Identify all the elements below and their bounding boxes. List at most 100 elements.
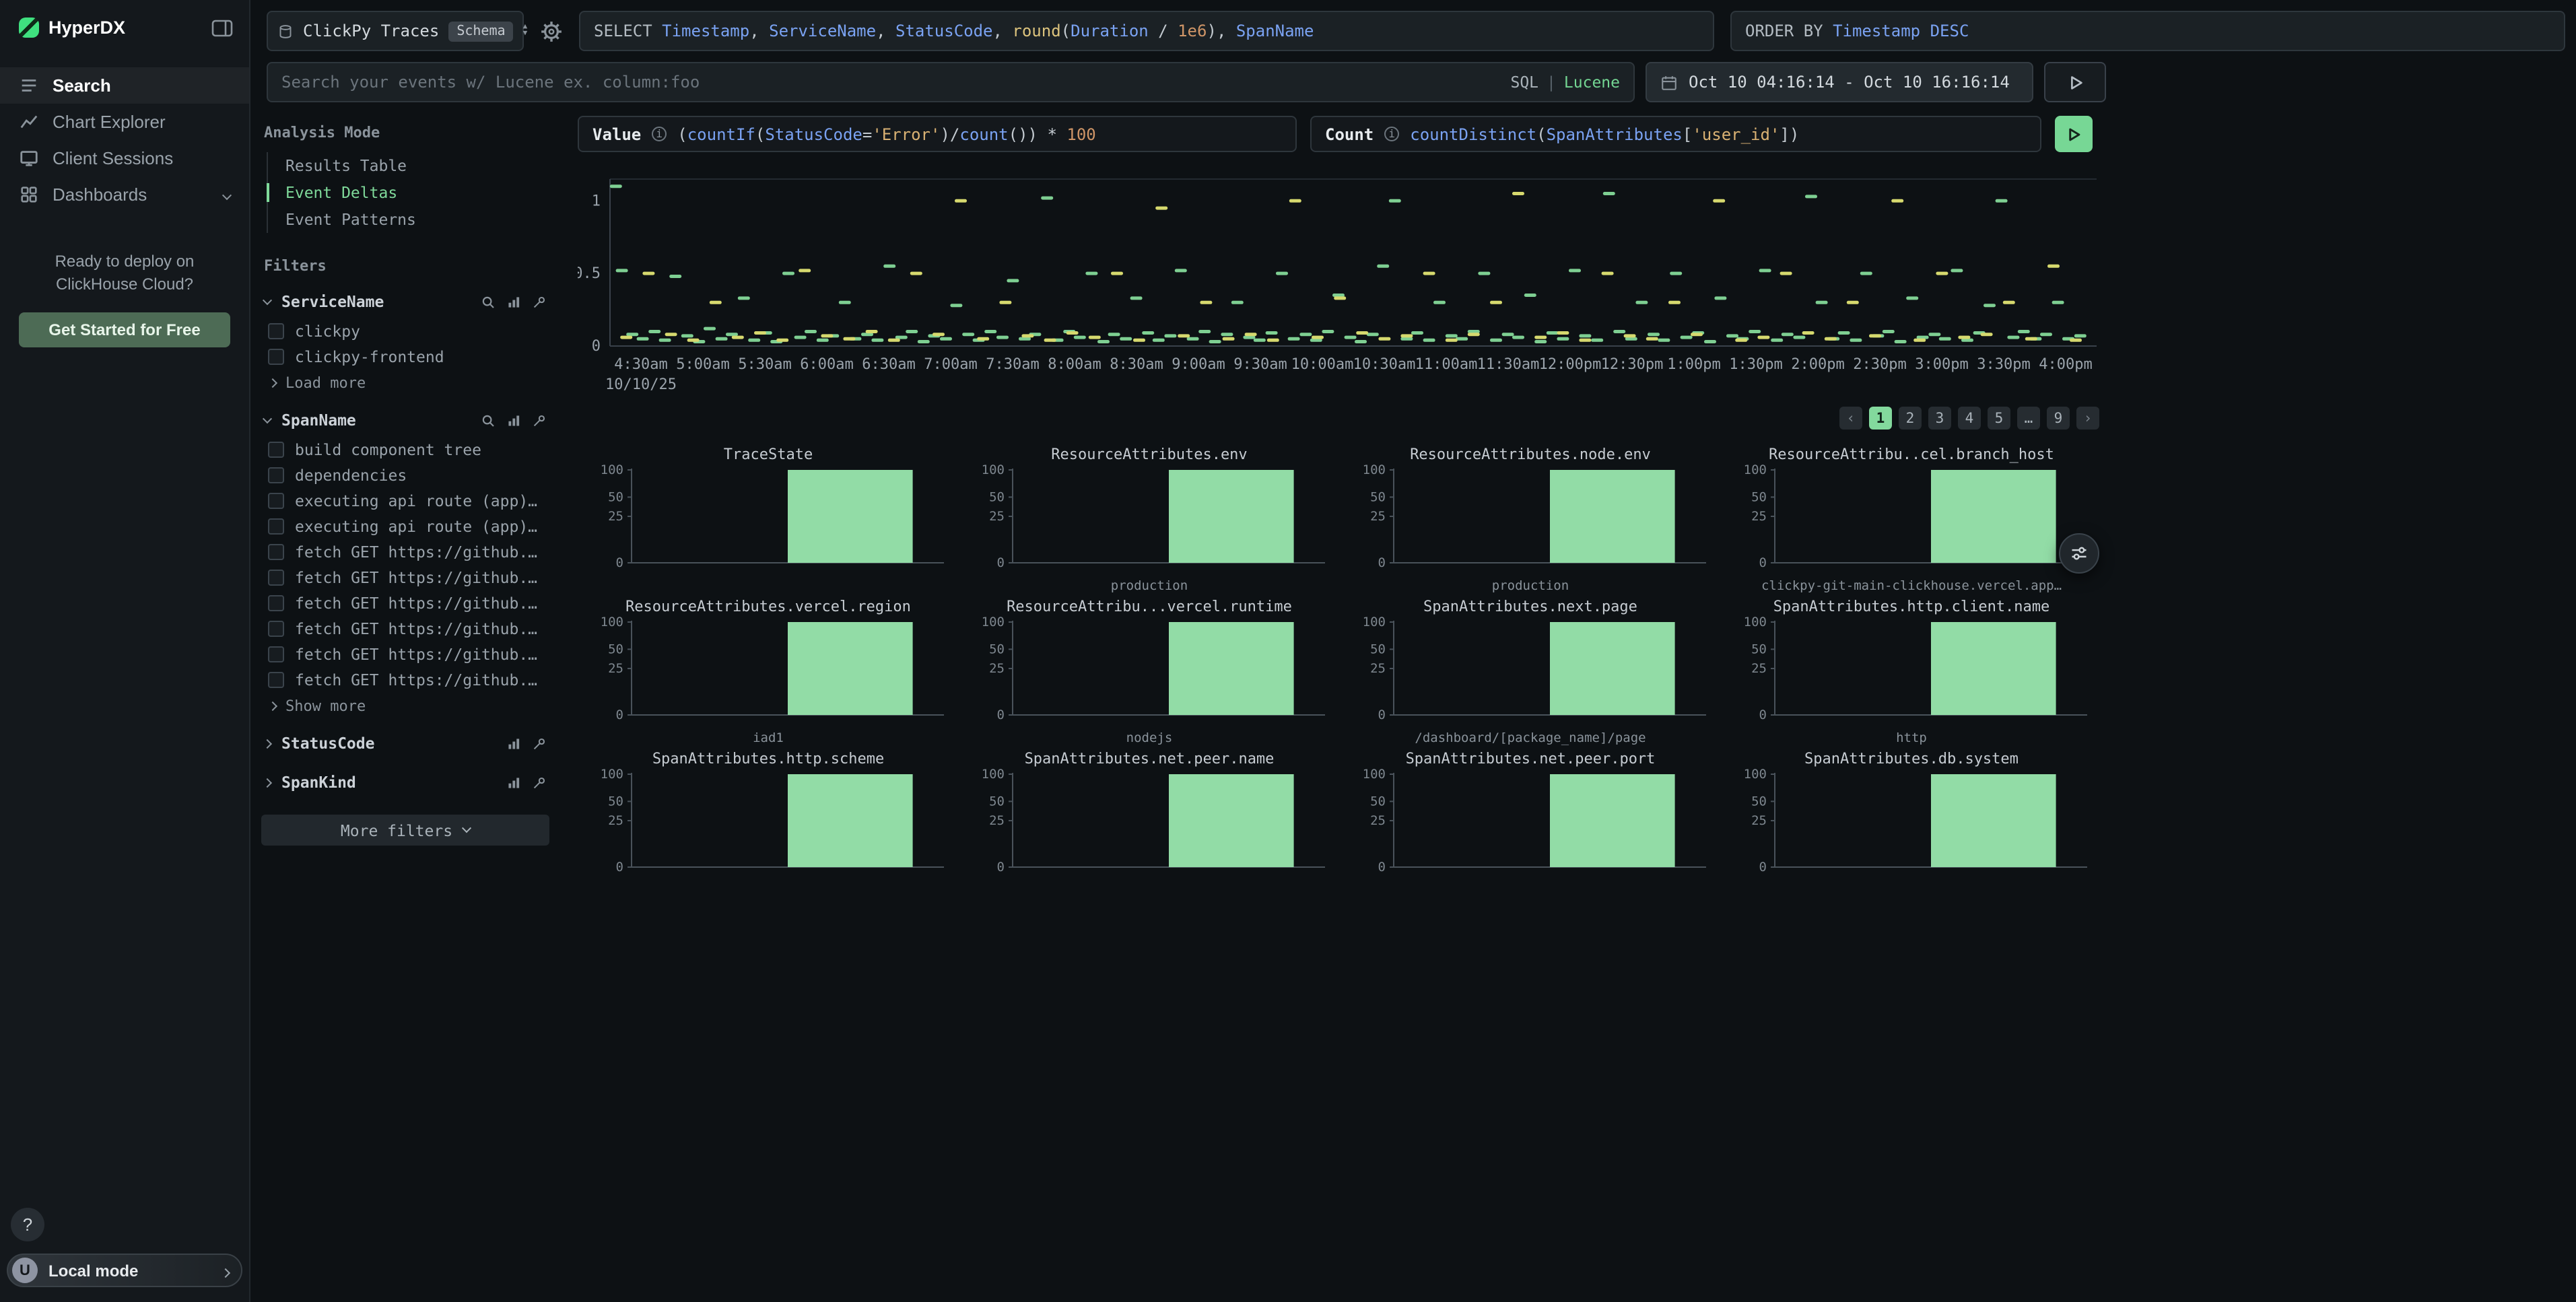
pin-icon[interactable]: [532, 294, 547, 309]
filter-option[interactable]: clickpy: [261, 318, 549, 343]
svg-text:0: 0: [592, 338, 601, 355]
search-submit-button[interactable]: [2044, 62, 2106, 102]
run-query-button[interactable]: [2055, 116, 2093, 152]
sql-select-input[interactable]: SELECT Timestamp, ServiceName, StatusCod…: [579, 11, 1714, 51]
filter-group-header[interactable]: SpanKind: [261, 766, 549, 798]
database-icon: [277, 22, 294, 40]
checkbox[interactable]: [268, 594, 284, 611]
mini-chart-spanattributes-next-page[interactable]: SpanAttributes.next.page02550100/dashboa…: [1340, 598, 1721, 750]
svg-text:10:00am: 10:00am: [1291, 356, 1354, 373]
value-expression-input[interactable]: Value i (countIf(StatusCode='Error')/cou…: [578, 116, 1297, 152]
event-deltas-chart-container[interactable]: 00.514:30am5:00am5:30am6:00am6:30am7:00a…: [578, 168, 2102, 399]
search-icon[interactable]: [481, 413, 496, 427]
checkbox[interactable]: [268, 518, 284, 534]
mini-chart-resourceattributes-env[interactable]: ResourceAttributes.env02550100production: [959, 446, 1340, 598]
mini-chart-resourceattribu-cel-branch-host[interactable]: ResourceAttribu..cel.branch_host02550100…: [1721, 446, 2102, 598]
filter-option[interactable]: fetch GET https://github.…: [261, 641, 549, 666]
checkbox[interactable]: [268, 441, 284, 457]
filter-option[interactable]: fetch GET https://github.…: [261, 539, 549, 564]
date-range-picker[interactable]: Oct 10 04:16:14 - Oct 10 16:16:14: [1646, 62, 2033, 102]
filter-option[interactable]: fetch GET https://github.…: [261, 615, 549, 641]
sql-mode-toggle[interactable]: SQL: [1510, 73, 1538, 92]
filter-option[interactable]: dependencies: [261, 462, 549, 487]
svg-text:11:00am: 11:00am: [1415, 356, 1478, 373]
chart-icon[interactable]: [506, 736, 521, 751]
filter-option[interactable]: clickpy-frontend: [261, 343, 549, 369]
pagination-page-9[interactable]: 9: [2047, 407, 2070, 430]
gear-icon[interactable]: [540, 20, 563, 42]
mini-chart-spanattributes-db-system[interactable]: SpanAttributes.db.system02550100clickhou…: [1721, 750, 2102, 881]
pagination-page-4[interactable]: 4: [1958, 407, 1981, 430]
filters-panel: Analysis Mode Results TableEvent DeltasE…: [261, 116, 549, 846]
mini-chart-spanattributes-http-scheme[interactable]: SpanAttributes.http.scheme02550100https: [578, 750, 959, 881]
sidebar-item-chart-explorer[interactable]: Chart Explorer: [0, 104, 249, 140]
pagination-ellipsis[interactable]: …: [2017, 407, 2040, 430]
filter-group-header[interactable]: ServiceName: [261, 285, 549, 318]
filter-option[interactable]: fetch GET https://github.…: [261, 564, 549, 590]
sidebar-item-search[interactable]: Search: [0, 67, 249, 104]
checkbox[interactable]: [268, 569, 284, 585]
order-by-input[interactable]: ORDER BY Timestamp DESC: [1730, 11, 2565, 51]
chart-icon[interactable]: [506, 775, 521, 790]
checkbox[interactable]: [268, 543, 284, 559]
filter-load-more[interactable]: Load more: [261, 369, 549, 397]
filter-show-more[interactable]: Show more: [261, 692, 549, 720]
checkbox[interactable]: [268, 322, 284, 339]
pagination-next[interactable]: ›: [2076, 407, 2099, 430]
checkbox[interactable]: [268, 467, 284, 483]
svg-text:25: 25: [1369, 813, 1385, 828]
checkbox[interactable]: [268, 671, 284, 687]
filter-group-header[interactable]: SpanName: [261, 404, 549, 436]
filter-option[interactable]: executing api route (app)…: [261, 487, 549, 513]
analysis-mode-event-patterns[interactable]: Event Patterns: [268, 206, 549, 233]
pin-icon[interactable]: [532, 736, 547, 751]
help-button[interactable]: ?: [11, 1208, 44, 1241]
pagination-page-3[interactable]: 3: [1928, 407, 1951, 430]
pagination-prev[interactable]: ‹: [1839, 407, 1862, 430]
schema-badge[interactable]: Schema: [448, 21, 513, 41]
mini-chart-resourceattributes-vercel-region[interactable]: ResourceAttributes.vercel.region02550100…: [578, 598, 959, 750]
search-icon[interactable]: [481, 294, 496, 309]
analysis-mode-event-deltas[interactable]: Event Deltas: [268, 179, 549, 206]
count-expression-input[interactable]: Count i countDistinct(SpanAttributes['us…: [1310, 116, 2041, 152]
checkbox[interactable]: [268, 620, 284, 636]
pin-icon[interactable]: [532, 775, 547, 790]
more-filters-button[interactable]: More filters: [261, 815, 549, 846]
search-input[interactable]: [281, 73, 1510, 92]
pagination-page-1[interactable]: 1: [1869, 407, 1892, 430]
sidebar-item-client-sessions[interactable]: Client Sessions: [0, 140, 249, 176]
mini-chart-spanattributes-net-peer-port[interactable]: SpanAttributes.net.peer.port025501008443: [1340, 750, 1721, 881]
filter-option[interactable]: build component tree: [261, 436, 549, 462]
analysis-mode-results-table[interactable]: Results Table: [268, 152, 549, 179]
svg-text:100: 100: [600, 767, 623, 782]
pagination-page-2[interactable]: 2: [1899, 407, 1922, 430]
filter-option[interactable]: executing api route (app)…: [261, 513, 549, 539]
get-started-button[interactable]: Get Started for Free: [19, 312, 230, 347]
mini-chart-resourceattributes-node-env[interactable]: ResourceAttributes.node.env02550100produ…: [1340, 446, 1721, 598]
filter-option[interactable]: fetch GET https://github.…: [261, 590, 549, 615]
sidebar-collapse-icon[interactable]: [211, 18, 233, 37]
svg-text:0: 0: [1378, 555, 1385, 570]
mini-chart-resourceattribu-vercel-runtime[interactable]: ResourceAttribu...vercel.runtime02550100…: [959, 598, 1340, 750]
mini-chart-spanattributes-net-peer-name[interactable]: SpanAttributes.net.peer.name02550100z5nr…: [959, 750, 1340, 881]
chart-icon[interactable]: [506, 294, 521, 309]
pin-icon[interactable]: [532, 413, 547, 427]
filter-group-header[interactable]: StatusCode: [261, 727, 549, 759]
checkbox[interactable]: [268, 492, 284, 508]
filters-title: Filters: [264, 257, 549, 275]
sidebar-item-dashboards[interactable]: Dashboards: [0, 176, 249, 213]
checkbox[interactable]: [268, 348, 284, 364]
svg-text:50: 50: [988, 489, 1004, 504]
mini-chart-spanattributes-http-client-name[interactable]: SpanAttributes.http.client.name02550100h…: [1721, 598, 2102, 750]
pagination-page-5[interactable]: 5: [1988, 407, 2010, 430]
mini-chart-tracestate[interactable]: TraceState02550100: [578, 446, 959, 598]
chart-icon[interactable]: [506, 413, 521, 427]
svg-text:0: 0: [1759, 555, 1766, 570]
lucene-mode-toggle[interactable]: Lucene: [1564, 73, 1620, 92]
checkbox[interactable]: [268, 646, 284, 662]
chart-options-fab[interactable]: [2059, 533, 2099, 574]
source-select[interactable]: ClickPy Traces Schema ▲▼: [267, 11, 524, 51]
filter-option[interactable]: fetch GET https://github.…: [261, 666, 549, 692]
local-mode-pill[interactable]: U Local mode: [7, 1254, 242, 1287]
filter-group-spankind: SpanKind: [261, 766, 549, 798]
